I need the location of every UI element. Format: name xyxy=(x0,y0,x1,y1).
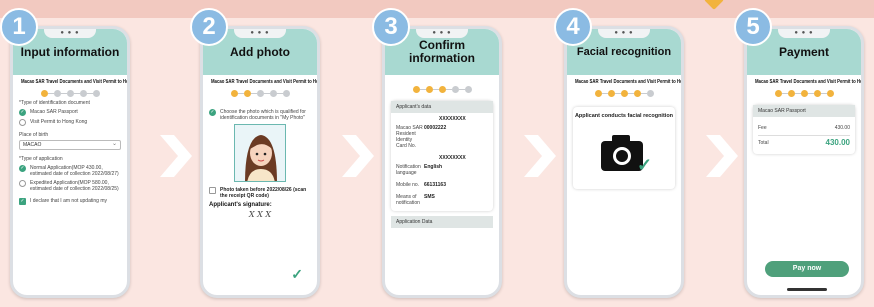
checkmark-icon: ✓ xyxy=(291,266,303,282)
phone-screen: ● ● ● Facial recognition Macao SAR Trave… xyxy=(564,26,684,298)
progress-dot xyxy=(451,85,459,93)
phone-screen: ● ● ● Add photo Macao SAR Travel Documen… xyxy=(200,26,320,298)
name-value: XXXXXXXX xyxy=(439,116,466,122)
progress-indicator xyxy=(385,85,499,93)
progress-dot-done xyxy=(607,89,615,97)
next-arrow-icon xyxy=(522,135,556,177)
document-title: Macao SAR Travel Documents and Visit Per… xyxy=(754,79,863,85)
photo-taken-option[interactable]: Photo taken before 2022/08/26 (scan the … xyxy=(209,187,311,199)
progress-dot xyxy=(282,89,290,97)
total-row: Total 430.00 xyxy=(758,138,850,147)
application-type-label: *Type of application xyxy=(19,156,63,162)
radio-option-visit-permit[interactable]: Visit Permit to Hong Kong xyxy=(19,119,121,126)
check-icon: ✓ xyxy=(209,109,216,116)
progress-dot-done xyxy=(230,89,238,97)
declaration-checkbox[interactable]: ✓ I declare that I am not updating my xyxy=(19,198,121,205)
birth-place-select[interactable]: MACAO xyxy=(19,140,121,150)
progress-dot-done xyxy=(800,89,808,97)
signature-label: Applicant's signature: xyxy=(209,202,272,208)
next-arrow-icon xyxy=(340,135,374,177)
step-number-badge: 3 xyxy=(372,8,410,46)
step-1: 1 ● ● ● Input information Macao SAR Trav… xyxy=(0,8,130,301)
fee-row: Fee 430.00 xyxy=(758,125,850,131)
step-number-badge: 4 xyxy=(554,8,592,46)
facial-recognition-text: Applicant conducts facial recognition xyxy=(574,113,674,119)
name-value-2: XXXXXXXX xyxy=(439,155,466,161)
radio-option-normal[interactable]: ✓ Normal Application(MOP 430.00, estimate… xyxy=(19,165,121,177)
step-5: 5 ● ● ● Payment Macao SAR Travel Documen… xyxy=(734,8,864,301)
next-arrow-icon xyxy=(158,135,192,177)
progress-indicator xyxy=(567,89,681,97)
progress-dot xyxy=(646,89,654,97)
step-number-badge: 2 xyxy=(190,8,228,46)
card-header: Macao SAR Passport xyxy=(753,105,855,117)
progress-dot-active xyxy=(438,85,446,93)
phone-screen: ● ● ● Input information Macao SAR Travel… xyxy=(10,26,130,298)
checkbox-checked-icon: ✓ xyxy=(19,198,26,205)
progress-dot-done xyxy=(594,89,602,97)
signature-value: X X X xyxy=(248,210,272,219)
means-row: Means of notification SMS xyxy=(396,194,435,206)
mobile-row: Mobile no. 66131163 xyxy=(396,182,446,188)
home-indicator xyxy=(787,288,827,291)
next-arrow-icon xyxy=(704,135,738,177)
document-title: Macao SAR Travel Documents and Visit Per… xyxy=(20,79,129,85)
document-title: Macao SAR Travel Documents and Visit Per… xyxy=(574,79,683,85)
step-number-badge: 5 xyxy=(734,8,772,46)
check-icon: ✓ xyxy=(19,109,26,116)
radio-empty-icon xyxy=(19,180,26,187)
facial-recognition-card: Applicant conducts facial recognition ✓ xyxy=(573,107,675,189)
screen-title: Add photo xyxy=(230,45,290,59)
progress-dot xyxy=(66,89,74,97)
progress-dot-done xyxy=(620,89,628,97)
birth-place-label: Place of birth xyxy=(19,132,49,138)
id-type-label: *Type of identification document xyxy=(19,100,90,106)
radio-empty-icon xyxy=(19,119,26,126)
progress-indicator xyxy=(203,89,317,97)
progress-dot xyxy=(256,89,264,97)
checkbox-empty-icon xyxy=(209,187,216,194)
card-header: Applicant's data xyxy=(391,101,493,113)
progress-dot xyxy=(464,85,472,93)
notification-language-row: Notification language English xyxy=(396,164,443,176)
progress-dot-active xyxy=(633,89,641,97)
step-4: 4 ● ● ● Facial recognition Macao SAR Tra… xyxy=(554,8,684,301)
progress-dot-active xyxy=(243,89,251,97)
progress-dot-done xyxy=(787,89,795,97)
progress-dot-done xyxy=(813,89,821,97)
id-row: Macao SAR Resident Identity Card No. 0000… xyxy=(396,125,447,149)
phone-screen: ● ● ● Payment Macao SAR Travel Documents… xyxy=(744,26,864,298)
step-2: 2 ● ● ● Add photo Macao SAR Travel Docum… xyxy=(190,8,320,301)
document-title: Macao SAR Travel Documents and Visit Per… xyxy=(210,79,319,85)
screen-title: Input information xyxy=(20,45,120,59)
checkmark-icon: ✓ xyxy=(637,155,653,175)
progress-dot-done xyxy=(774,89,782,97)
progress-dot xyxy=(53,89,61,97)
passport-photo xyxy=(234,124,286,182)
progress-indicator xyxy=(13,89,127,97)
check-icon: ✓ xyxy=(19,165,26,172)
payment-card: Macao SAR Passport Fee 430.00 Total 430.00 xyxy=(753,105,855,154)
pay-now-button[interactable]: Pay now xyxy=(765,261,849,277)
step-number-badge: 1 xyxy=(0,8,38,46)
photo-choice-option[interactable]: ✓ Choose the photo which is qualified for… xyxy=(209,109,311,121)
screen-title: Confirm information xyxy=(409,38,475,65)
progress-dot xyxy=(79,89,87,97)
progress-dot-active xyxy=(40,89,48,97)
progress-dot xyxy=(269,89,277,97)
applicant-data-card: Applicant's data XXXXXXXX Macao SAR Resi… xyxy=(391,101,493,211)
progress-dot-done xyxy=(425,85,433,93)
progress-dot-done xyxy=(412,85,420,93)
radio-option-passport[interactable]: ✓ Macao SAR Passport xyxy=(19,109,121,116)
phone-screen: ● ● ● Confirm information Applicant's da… xyxy=(382,26,502,298)
screen-title: Payment xyxy=(778,45,830,59)
screen-title: Facial recognition xyxy=(576,46,672,58)
progress-dot xyxy=(92,89,100,97)
radio-option-expedited[interactable]: Expedited Application(MOP 580.00, estima… xyxy=(19,180,121,192)
step-3: 3 ● ● ● Confirm information Applicant's … xyxy=(372,8,502,301)
progress-dot-active xyxy=(826,89,834,97)
application-data-header: Application Data xyxy=(391,216,493,228)
progress-indicator xyxy=(747,89,861,97)
